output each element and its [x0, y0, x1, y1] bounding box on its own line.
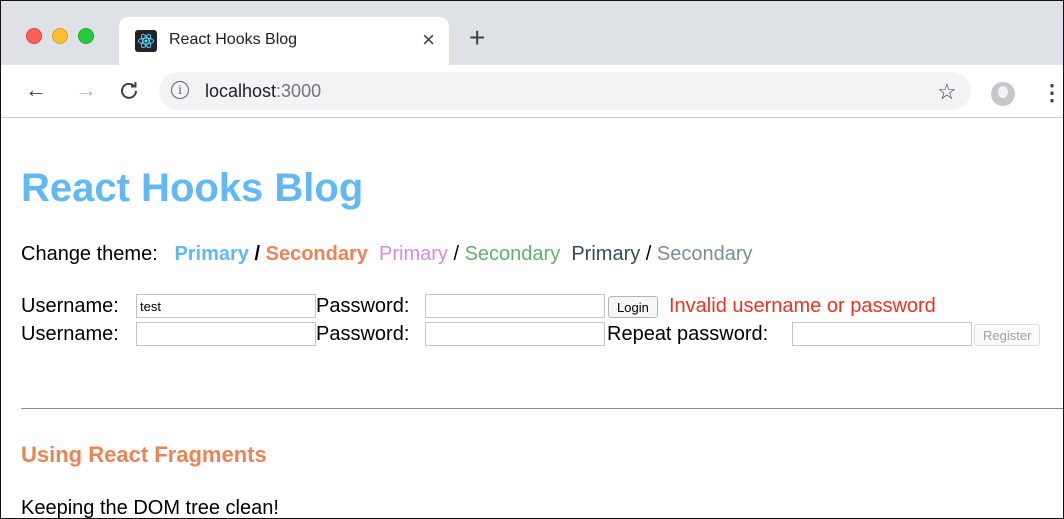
close-tab-icon[interactable]: ×	[422, 27, 435, 53]
register-password-input[interactable]	[425, 322, 605, 346]
register-form: Username: Password: Repeat password: Reg…	[21, 322, 1061, 348]
tab-react-hooks-blog[interactable]: React Hooks Blog ×	[119, 17, 449, 65]
tab-strip: React Hooks Blog × +	[1, 1, 1063, 65]
url-text[interactable]: localhost:3000	[205, 81, 321, 102]
address-bar[interactable]: i localhost:3000	[159, 72, 971, 110]
bookmark-star-icon[interactable]: ☆	[937, 79, 957, 105]
theme-label: Change theme:	[21, 243, 158, 265]
browser-menu-icon[interactable]: ⋮	[1041, 80, 1063, 106]
theme-selector: Change theme: Primary / Secondary Primar…	[21, 242, 753, 266]
tab-title: React Hooks Blog	[169, 31, 298, 48]
register-username-input[interactable]	[136, 322, 316, 346]
post-content: Keeping the DOM tree clean!	[21, 497, 279, 519]
zoom-window-button[interactable]	[78, 28, 94, 44]
browser-toolbar: ← → i localhost:3000 ☆ ⋮	[1, 65, 1063, 118]
page-content: React Hooks Blog Change theme: Primary /…	[1, 118, 1063, 518]
register-button[interactable]: Register	[974, 324, 1041, 346]
login-error-message: Invalid username or password	[669, 295, 936, 317]
profile-avatar-icon[interactable]	[991, 82, 1015, 106]
new-tab-icon[interactable]: +	[469, 24, 485, 52]
info-icon[interactable]: i	[171, 81, 189, 99]
register-username-label: Username:	[21, 323, 119, 345]
react-logo-icon	[135, 30, 157, 52]
theme-option-1-separator: /	[254, 243, 261, 265]
login-username-label: Username:	[21, 295, 119, 317]
post-title: Using React Fragments	[21, 442, 267, 467]
theme-option-3-primary[interactable]: Primary	[571, 242, 640, 266]
login-password-input[interactable]	[425, 294, 605, 318]
register-repeat-password-label: Repeat password:	[607, 323, 769, 345]
theme-option-2-primary[interactable]: Primary	[379, 242, 448, 266]
close-window-button[interactable]	[26, 28, 42, 44]
login-form: Username: Password: Login Invalid userna…	[21, 294, 1061, 320]
register-repeat-password-input[interactable]	[792, 322, 972, 346]
forward-arrow-icon[interactable]: →	[75, 77, 97, 103]
login-button[interactable]: Login	[608, 296, 658, 318]
back-arrow-icon[interactable]: ←	[25, 77, 47, 103]
register-password-label: Password:	[316, 323, 410, 345]
theme-option-1-primary[interactable]: Primary	[174, 242, 249, 266]
reload-icon[interactable]	[119, 77, 139, 106]
theme-option-3-secondary[interactable]: Secondary	[657, 242, 753, 266]
section-divider	[21, 408, 1063, 409]
url-host: localhost	[205, 81, 277, 101]
page-title: React Hooks Blog	[21, 166, 364, 210]
url-port: :3000	[276, 81, 322, 101]
theme-option-2-separator: /	[453, 243, 460, 265]
minimize-window-button[interactable]	[52, 28, 68, 44]
login-username-input[interactable]	[136, 294, 316, 318]
theme-option-2-secondary[interactable]: Secondary	[465, 242, 561, 266]
browser-window: React Hooks Blog × + ← → i localhost:300…	[0, 0, 1064, 519]
theme-option-3-separator: /	[645, 243, 652, 265]
theme-option-1-secondary[interactable]: Secondary	[266, 242, 368, 266]
login-password-label: Password:	[316, 295, 410, 317]
